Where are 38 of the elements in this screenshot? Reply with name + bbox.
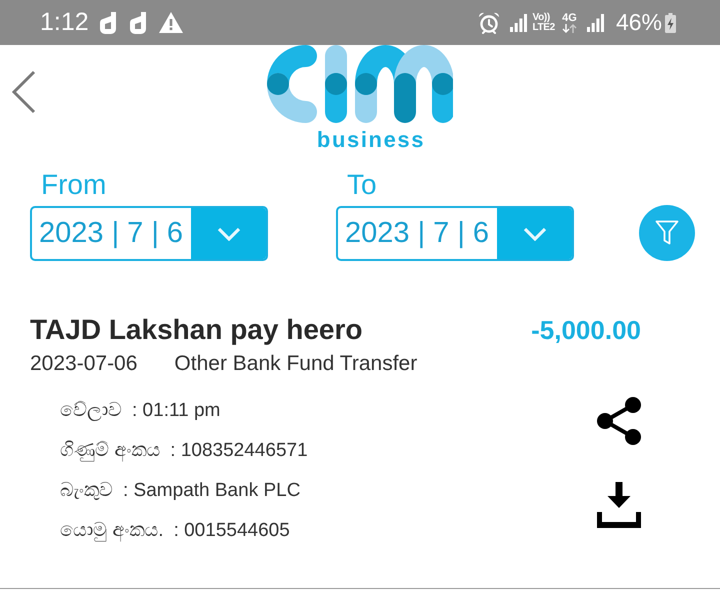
warning-icon xyxy=(158,12,183,33)
status-time: 1:12 xyxy=(40,10,89,35)
chevron-down-icon xyxy=(522,226,546,240)
detail-label: ගිණුම් අංකය xyxy=(60,438,160,464)
logo-icon xyxy=(267,45,453,123)
transaction-type: Other Bank Fund Transfer xyxy=(174,352,418,376)
detail-value: : 0015544605 xyxy=(174,518,290,543)
transaction-amount: -5,000.00 xyxy=(531,315,641,345)
alarm-clock-icon xyxy=(478,12,500,34)
volte-label: Vo)) xyxy=(532,12,550,22)
detail-label: යොමු අංකය. xyxy=(60,518,164,544)
detail-value: : 108352446571 xyxy=(170,438,308,463)
transaction-title: TAJD Lakshan pay heero xyxy=(30,315,362,345)
signal-strength-icon xyxy=(510,14,528,32)
date-value: 2023 | 7 | 6 xyxy=(38,216,184,251)
detail-value: : 01:11 pm xyxy=(132,398,220,423)
lte-label: LTE2 xyxy=(532,22,555,32)
chevron-down-icon xyxy=(216,226,240,240)
logo-subtitle: business xyxy=(316,128,426,152)
detail-label: වේලාව xyxy=(60,398,122,423)
battery-percentage: 46% xyxy=(616,11,662,34)
detail-label: බැංකුව xyxy=(60,478,113,503)
back-icon[interactable] xyxy=(11,70,37,114)
detail-value: : Sampath Bank PLC xyxy=(123,478,300,503)
share-icon[interactable] xyxy=(597,397,641,445)
date-picker[interactable]: 2023 | 7 | 6 xyxy=(336,206,574,261)
date-label: To xyxy=(347,170,377,200)
filter-icon xyxy=(655,220,679,246)
network-type-label: 4G xyxy=(562,12,577,24)
data-arrows-icon xyxy=(562,24,577,32)
transaction-date: 2023-07-06 xyxy=(30,352,138,376)
signal-strength-icon xyxy=(586,14,604,32)
download-icon[interactable] xyxy=(597,482,641,528)
date-label: From xyxy=(41,170,106,200)
app-notification-icon xyxy=(98,12,117,34)
date-value: 2023 | 7 | 6 xyxy=(344,216,490,251)
date-picker[interactable]: 2023 | 7 | 6 xyxy=(30,206,268,261)
app-notification-icon xyxy=(128,12,147,34)
